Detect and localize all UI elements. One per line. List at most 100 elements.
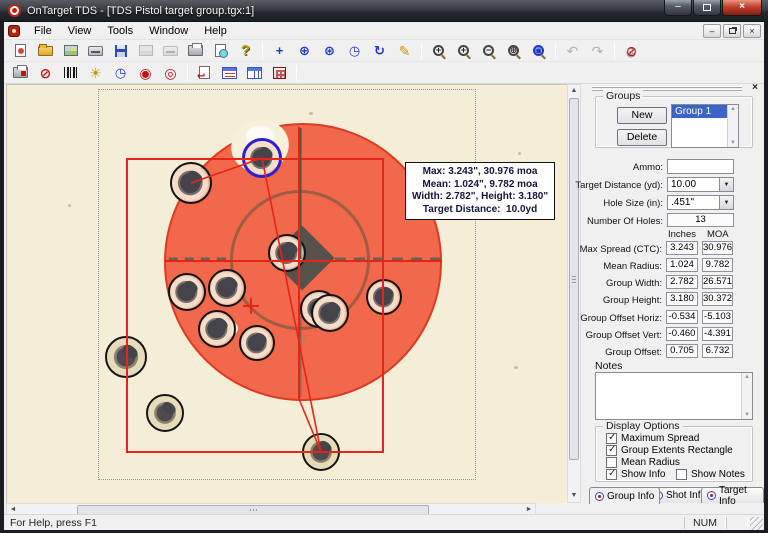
scroll-up-arrow[interactable]: ▲ <box>728 106 738 112</box>
checkbox-maximum-spread[interactable]: Maximum Spread <box>606 433 699 444</box>
tab-group-info[interactable]: Group Info <box>589 487 660 504</box>
barcode-button[interactable] <box>58 63 83 83</box>
zoom-selection-button[interactable]: ▣ <box>526 41 551 61</box>
checkbox-show-notes[interactable]: Show Notes <box>676 469 745 480</box>
target-refresh-icon: ↻ <box>374 44 385 57</box>
gauge-button[interactable]: ◷ <box>108 63 133 83</box>
group-info-box: Max: 3.243", 30.976 moa Mean: 1.024", 9.… <box>405 162 555 220</box>
checkbox-group-extents[interactable]: Group Extents Rectangle <box>606 445 733 456</box>
help-button[interactable]: ? <box>233 41 258 61</box>
delete-group-button[interactable]: Delete <box>617 129 667 146</box>
checkbox-mean-radius[interactable]: Mean Radius <box>606 457 680 468</box>
close-button[interactable]: × <box>722 0 762 16</box>
rings-icon: ◎ <box>626 45 636 59</box>
menu-bar: File View Tools Window Help – × <box>4 22 764 40</box>
menu-view[interactable]: View <box>60 23 100 39</box>
toolbar-secondary: ⊘ ☀ ◷ ◉ ◎ ↩ <box>4 62 764 84</box>
new-target-button[interactable] <box>8 41 33 61</box>
inches-column-header: Inches <box>668 229 696 240</box>
tab-label: Group Info <box>607 491 654 502</box>
scroll-down-arrow[interactable]: ▼ <box>728 140 738 146</box>
target-tab-icon <box>707 491 716 500</box>
vertical-scroll-thumb[interactable] <box>569 98 579 460</box>
hole-size-combo[interactable]: .451"▼ <box>667 195 734 210</box>
target-cross-icon: ⊕ <box>299 44 310 57</box>
zoom-fit-button[interactable]: ⊕ <box>501 41 526 61</box>
target-center-tool[interactable]: ⊕ <box>292 41 317 61</box>
import-image-button[interactable] <box>58 41 83 61</box>
scroll-down-arrow[interactable]: ▼ <box>568 490 580 502</box>
rescan-button-disabled[interactable] <box>158 41 183 61</box>
target-dots-icon: ⊛ <box>324 44 335 57</box>
ballistics-button[interactable] <box>267 63 292 83</box>
open-folder-icon <box>38 46 53 56</box>
stat-moa: 6.732 <box>702 344 733 358</box>
mark-shot-tool[interactable]: + <box>267 41 292 61</box>
target-canvas[interactable]: Max: 3.243", 30.976 moa Mean: 1.024", 9.… <box>6 84 567 503</box>
undo-button-disabled[interactable]: ↶ <box>560 41 585 61</box>
toolbar-separator <box>421 43 422 59</box>
menu-tools[interactable]: Tools <box>99 23 141 39</box>
print-labels-button[interactable] <box>8 63 33 83</box>
vertical-scrollbar[interactable]: ▲ ▼ <box>567 84 581 503</box>
mdi-restore-button[interactable] <box>723 24 741 38</box>
save-button[interactable] <box>108 41 133 61</box>
groups-listbox[interactable]: Group 1 ▲ ▼ <box>671 104 739 148</box>
moa-column-header: MOA <box>707 229 729 240</box>
print-button[interactable] <box>183 41 208 61</box>
scroll-up-arrow[interactable]: ▲ <box>568 85 580 97</box>
resize-grip[interactable] <box>750 517 763 530</box>
edit-image-button-disabled[interactable] <box>133 41 158 61</box>
listbox-scrollbar[interactable]: ▲ ▼ <box>727 105 738 147</box>
block-tool-button[interactable]: ⊘ <box>33 63 58 83</box>
acquire-scan-button[interactable] <box>83 41 108 61</box>
minimize-button[interactable]: – <box>664 0 692 16</box>
barcode-icon <box>64 67 78 78</box>
target-rotate-tool[interactable]: ◷ <box>342 41 367 61</box>
zoom-in-button[interactable]: + <box>426 41 451 61</box>
panel-close-button[interactable]: × <box>752 82 758 93</box>
open-file-button[interactable] <box>33 41 58 61</box>
menu-window[interactable]: Window <box>141 23 196 39</box>
menu-file[interactable]: File <box>26 23 60 39</box>
mdi-minimize-button[interactable]: – <box>703 24 721 38</box>
layout-shots-button[interactable] <box>217 63 242 83</box>
stat-label: Max Spread (CTC): <box>580 244 662 255</box>
image-icon <box>139 45 153 56</box>
mdi-close-button[interactable]: × <box>743 24 761 38</box>
stat-inches: 3.180 <box>666 292 698 306</box>
maximize-button[interactable] <box>693 0 721 16</box>
chevron-down-icon[interactable]: ▼ <box>719 178 733 191</box>
brightness-button[interactable]: ☀ <box>83 63 108 83</box>
notes-textarea[interactable]: ▲ ▼ <box>595 372 753 420</box>
new-group-button[interactable]: New <box>617 107 667 124</box>
export-report-button[interactable]: ↩ <box>192 63 217 83</box>
scroll-down-arrow[interactable]: ▼ <box>742 412 752 418</box>
rings-button[interactable]: ◎ <box>158 63 183 83</box>
redo-button-disabled[interactable]: ↷ <box>585 41 610 61</box>
target-ring-tool[interactable]: ⊛ <box>317 41 342 61</box>
title-bar: OnTarget TDS - [TDS Pistol target group.… <box>0 0 768 22</box>
notes-scrollbar[interactable]: ▲ ▼ <box>741 373 752 419</box>
print-preview-button[interactable] <box>208 41 233 61</box>
annotate-tool[interactable]: ✎ <box>392 41 417 61</box>
checkbox-icon <box>606 469 617 480</box>
groups-label: Groups <box>603 90 643 102</box>
info-size: Width: 2.782", Height: 3.180" <box>412 191 548 204</box>
hide-target-button[interactable]: ◎⊘ <box>619 41 644 61</box>
pencil-icon: ✎ <box>399 44 411 58</box>
zoom-out-button[interactable]: − <box>476 41 501 61</box>
target-distance-combo[interactable]: 10.00▼ <box>667 177 734 192</box>
zoom-in-step-button[interactable]: + <box>451 41 476 61</box>
target-scale-tool[interactable]: ↻ <box>367 41 392 61</box>
tab-label: Target Info <box>719 485 758 507</box>
ammo-input[interactable] <box>667 159 734 174</box>
scroll-up-arrow[interactable]: ▲ <box>742 374 752 380</box>
tab-target-info[interactable]: Target Info <box>701 487 764 503</box>
stat-moa: 30.372 <box>702 292 733 306</box>
chevron-down-icon[interactable]: ▼ <box>719 196 733 209</box>
layout-split-button[interactable] <box>242 63 267 83</box>
menu-help[interactable]: Help <box>196 23 235 39</box>
checkbox-show-info[interactable]: Show Info <box>606 469 665 480</box>
bullseye-button[interactable]: ◉ <box>133 63 158 83</box>
